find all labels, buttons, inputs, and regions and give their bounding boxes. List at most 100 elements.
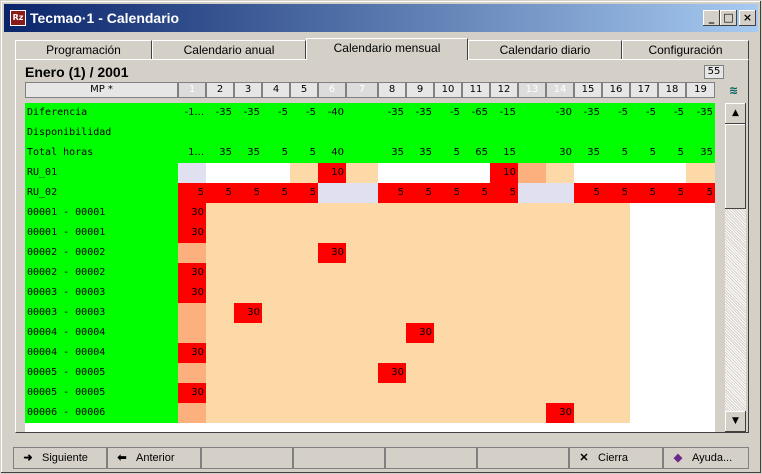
day-header[interactable]: 11 — [462, 82, 490, 98]
grid-cell[interactable] — [546, 163, 574, 183]
grid-cell[interactable]: 5 — [630, 183, 658, 203]
grid-cell[interactable]: 30 — [318, 243, 346, 263]
title-bar[interactable]: Rz Tecmao·1 - Calendario _ □ × — [4, 4, 758, 32]
grid-cell[interactable] — [378, 203, 406, 223]
grid-cell[interactable] — [178, 363, 206, 383]
grid-cell[interactable] — [658, 243, 686, 263]
grid-cell[interactable] — [602, 203, 630, 223]
grid-cell[interactable] — [546, 323, 574, 343]
grid-cell[interactable] — [346, 143, 378, 163]
grid-cell[interactable] — [290, 163, 318, 183]
grid-cell[interactable] — [406, 383, 434, 403]
grid-cell[interactable] — [378, 343, 406, 363]
grid-cell[interactable] — [290, 203, 318, 223]
grid-cell[interactable] — [518, 163, 546, 183]
grid-cell[interactable] — [206, 163, 234, 183]
grid-cell[interactable]: -35 — [406, 103, 434, 123]
grid-cell[interactable]: 35 — [574, 143, 602, 163]
day-header[interactable]: 4 — [262, 82, 290, 98]
grid-cell[interactable] — [518, 303, 546, 323]
grid-cell[interactable]: 35 — [234, 143, 262, 163]
table-row[interactable]: 00001 - 00001 30 — [25, 203, 715, 223]
grid-cell[interactable] — [178, 403, 206, 423]
grid-cell[interactable] — [574, 123, 602, 143]
grid-cell[interactable] — [658, 223, 686, 243]
grid-cell[interactable] — [262, 163, 290, 183]
grid-cell[interactable] — [546, 383, 574, 403]
grid-cell[interactable] — [686, 163, 715, 183]
grid-cell[interactable] — [434, 303, 462, 323]
grid-cell[interactable] — [346, 303, 378, 323]
grid-cell[interactable] — [490, 323, 518, 343]
grid-cell[interactable] — [434, 383, 462, 403]
day-header[interactable]: 12 — [490, 82, 518, 98]
grid-cell[interactable] — [462, 223, 490, 243]
grid-cell[interactable] — [206, 303, 234, 323]
grid-cell[interactable] — [318, 203, 346, 223]
grid-cell[interactable]: -1... — [178, 103, 206, 123]
grid-cell[interactable]: 5 — [686, 183, 715, 203]
grid-cell[interactable] — [406, 343, 434, 363]
grid-cell[interactable] — [406, 223, 434, 243]
grid-cell[interactable] — [234, 203, 262, 223]
grid-cell[interactable] — [602, 343, 630, 363]
grid-cell[interactable] — [318, 223, 346, 243]
grid-cell[interactable]: 5 — [602, 143, 630, 163]
grid-cell[interactable] — [658, 303, 686, 323]
grid-cell[interactable]: 30 — [378, 363, 406, 383]
grid-cell[interactable] — [406, 123, 434, 143]
grid-cell[interactable]: 5 — [434, 183, 462, 203]
grid-cell[interactable] — [234, 243, 262, 263]
grid-cell[interactable] — [546, 283, 574, 303]
grid-cell[interactable]: -35 — [574, 103, 602, 123]
grid-cell[interactable] — [234, 283, 262, 303]
grid-cell[interactable]: 30 — [178, 223, 206, 243]
grid-cell[interactable] — [518, 343, 546, 363]
grid-cell[interactable] — [462, 283, 490, 303]
grid-cell[interactable] — [518, 403, 546, 423]
grid-cell[interactable] — [178, 323, 206, 343]
grid-cell[interactable] — [658, 403, 686, 423]
grid-cell[interactable] — [462, 243, 490, 263]
grid-cell[interactable]: 30 — [234, 303, 262, 323]
day-header[interactable]: 6 — [318, 82, 346, 98]
grid-cell[interactable] — [318, 403, 346, 423]
table-row[interactable]: Diferencia -1... -35 -35 -5 -5 -40 -35 -35 -5 -65-… — [25, 103, 715, 123]
maximize-button[interactable]: □ — [720, 10, 737, 26]
prev-button[interactable]: ⬅ Anterior — [107, 447, 201, 469]
grid-cell[interactable] — [602, 323, 630, 343]
grid-cell[interactable] — [262, 243, 290, 263]
grid-cell[interactable] — [318, 383, 346, 403]
vertical-scrollbar[interactable]: ▲ ▼ — [725, 103, 746, 432]
grid-cell[interactable] — [602, 123, 630, 143]
grid-cell[interactable] — [490, 203, 518, 223]
grid-cell[interactable] — [490, 383, 518, 403]
grid-cell[interactable] — [378, 223, 406, 243]
day-header[interactable]: 15 — [574, 82, 602, 98]
grid-cell[interactable] — [658, 163, 686, 183]
grid-cell[interactable]: 5 — [290, 143, 318, 163]
grid-cell[interactable] — [658, 363, 686, 383]
grid-cell[interactable] — [686, 203, 715, 223]
grid-cell[interactable] — [462, 263, 490, 283]
grid-cell[interactable] — [318, 183, 346, 203]
grid-cell[interactable]: -30 — [546, 103, 574, 123]
grid-cell[interactable]: 5 — [462, 183, 490, 203]
grid-cell[interactable] — [630, 163, 658, 183]
grid-cell[interactable] — [518, 123, 546, 143]
grid-cell[interactable] — [434, 203, 462, 223]
scroll-up-icon[interactable]: ▲ — [725, 103, 746, 124]
grid-cell[interactable] — [318, 323, 346, 343]
grid-cell[interactable] — [490, 243, 518, 263]
grid-cell[interactable] — [602, 383, 630, 403]
grid-cell[interactable] — [346, 383, 378, 403]
grid-cell[interactable] — [574, 303, 602, 323]
grid-cell[interactable]: -5 — [434, 103, 462, 123]
grid-cell[interactable]: -35 — [686, 103, 715, 123]
grid-cell[interactable] — [206, 343, 234, 363]
tab-programacion[interactable]: Programación — [15, 40, 152, 60]
grid-cell[interactable] — [630, 323, 658, 343]
table-row[interactable]: 00003 - 00003 30 — [25, 303, 715, 323]
grid-cell[interactable] — [686, 363, 715, 383]
grid-cell[interactable]: 30 — [178, 383, 206, 403]
